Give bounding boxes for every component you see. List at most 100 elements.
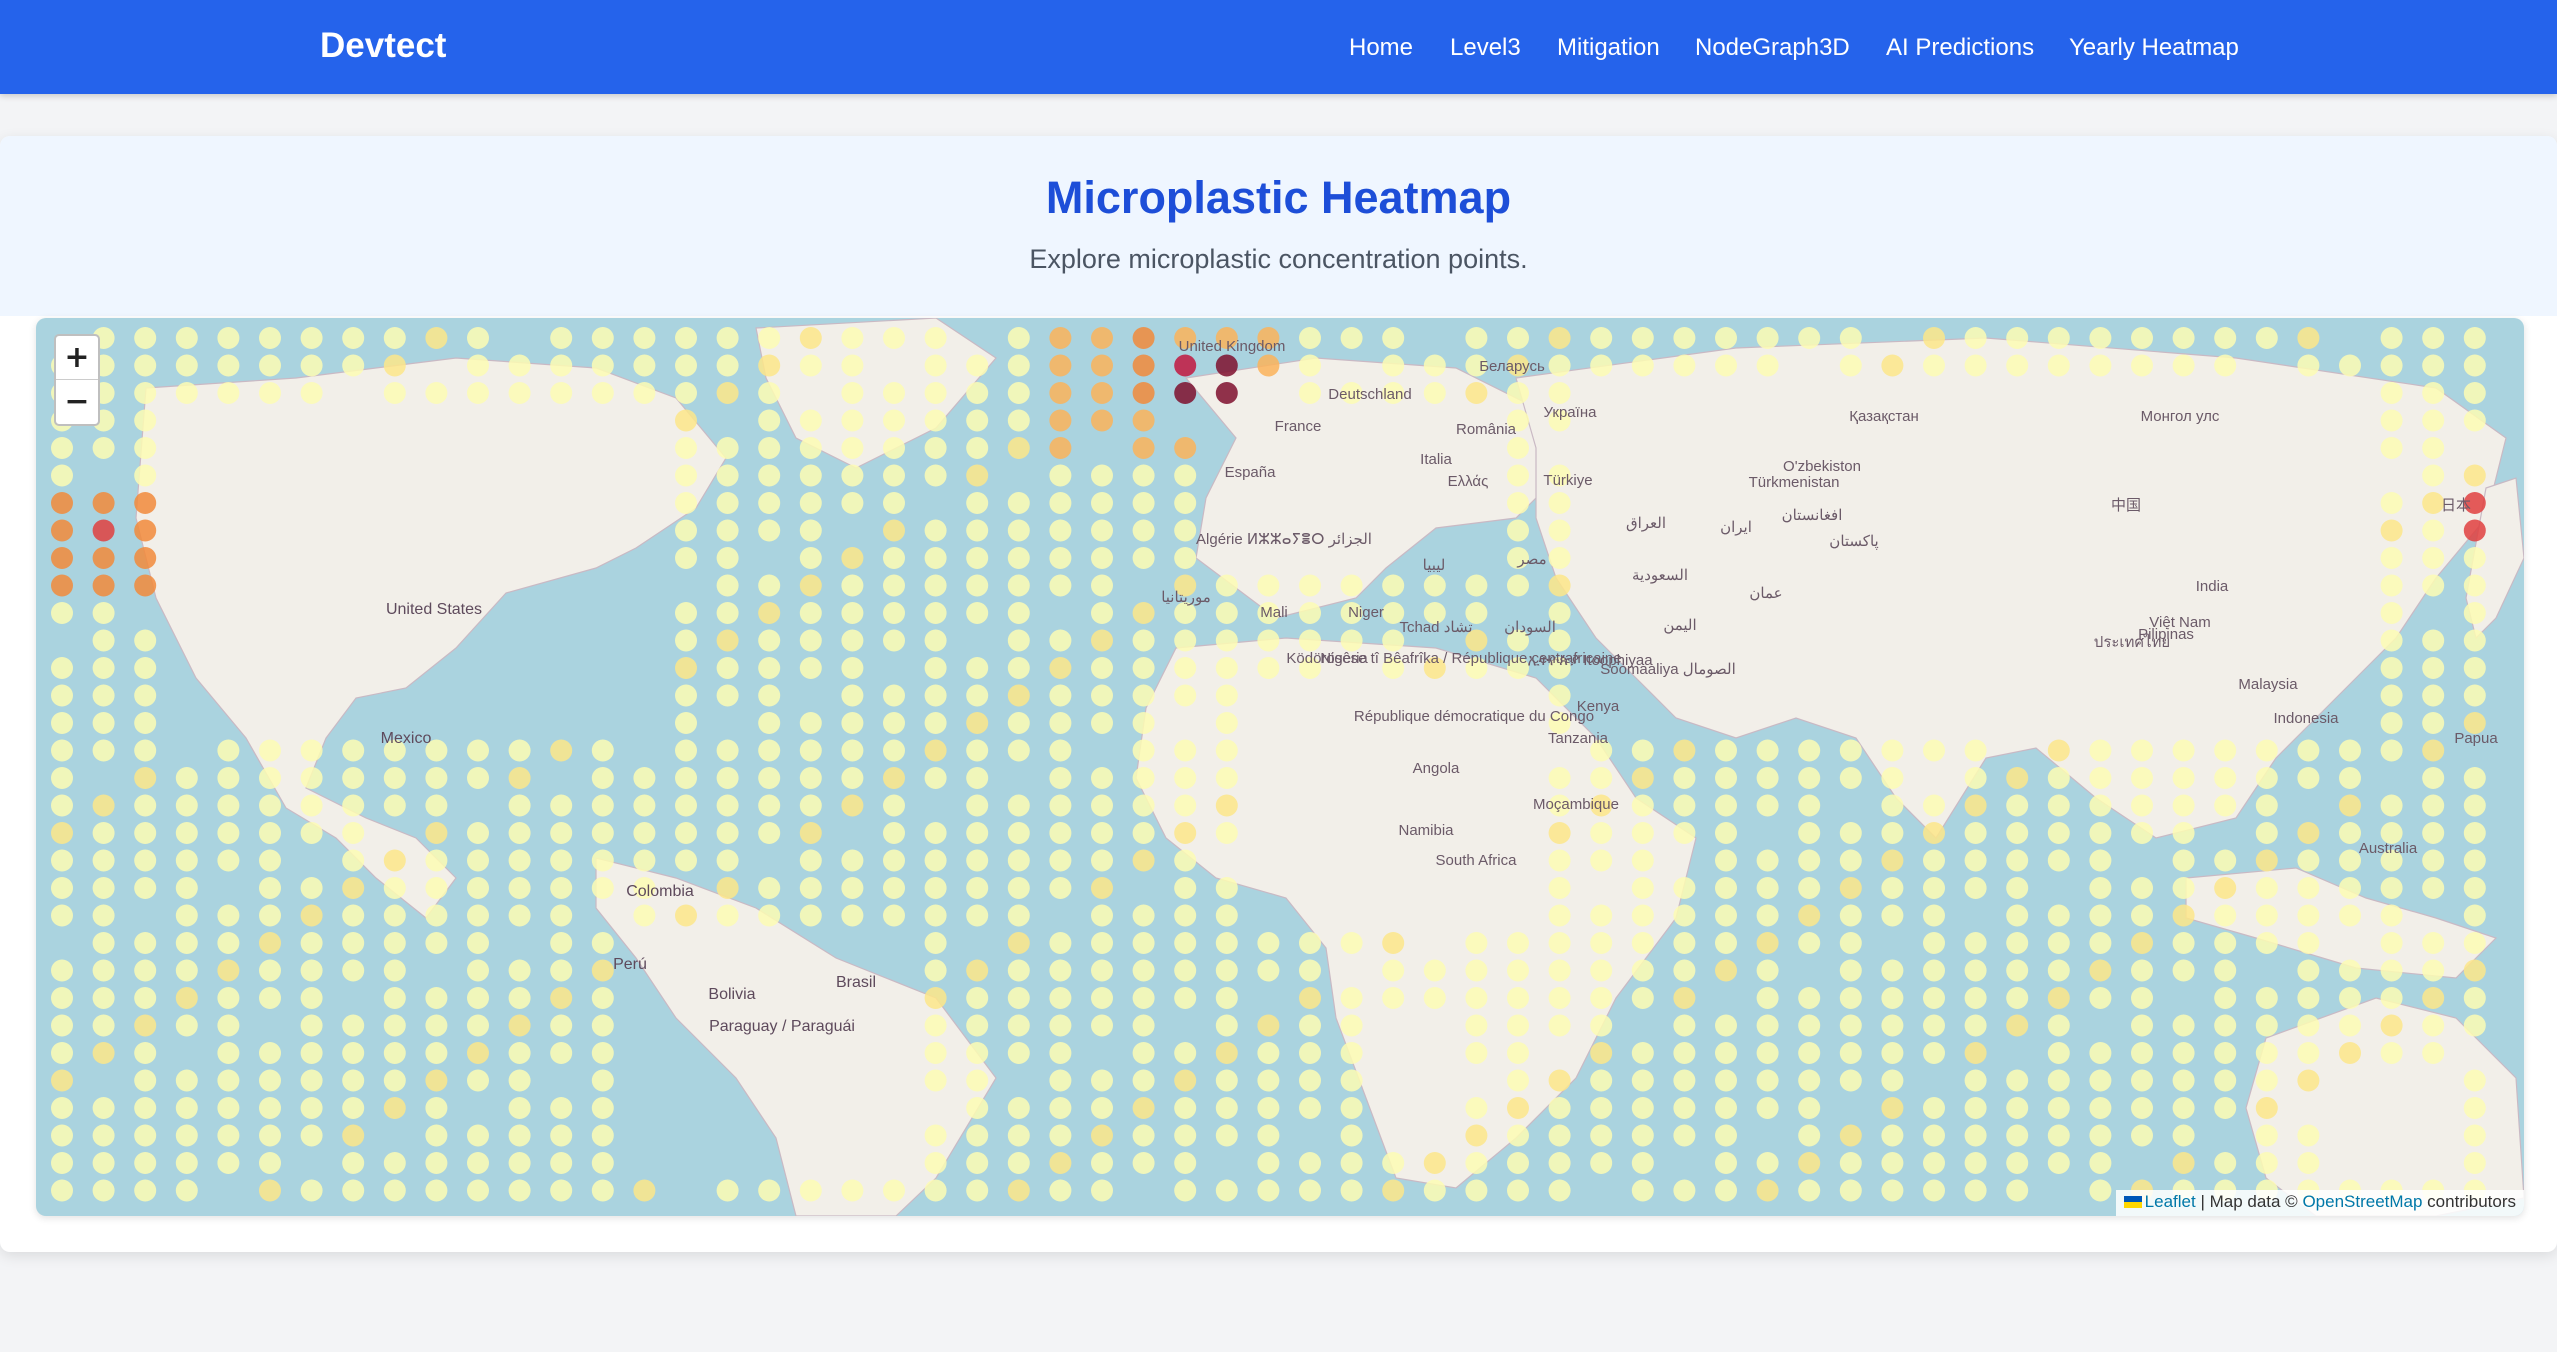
heat-point[interactable] <box>1715 354 1737 377</box>
heat-point[interactable] <box>966 1124 989 1147</box>
heat-point[interactable] <box>1340 1042 1363 1064</box>
heat-point[interactable] <box>2006 877 2029 899</box>
heat-point[interactable] <box>508 849 531 872</box>
heat-point[interactable] <box>2463 987 2486 1009</box>
heat-point[interactable] <box>1174 1069 1197 1092</box>
heat-point[interactable] <box>2047 1014 2070 1037</box>
heat-point[interactable] <box>1881 794 1904 817</box>
heat-point[interactable] <box>1631 1042 1654 1064</box>
heat-point[interactable] <box>1091 409 1113 432</box>
heat-point[interactable] <box>300 739 323 762</box>
heat-point[interactable] <box>841 354 864 377</box>
heat-point[interactable] <box>1049 1124 1072 1147</box>
heat-point[interactable] <box>1049 574 1072 597</box>
heat-point[interactable] <box>1507 464 1529 487</box>
heat-point[interactable] <box>550 849 573 872</box>
heat-point[interactable] <box>2422 409 2445 432</box>
heat-point[interactable] <box>1215 629 1238 652</box>
heat-point[interactable] <box>1548 354 1571 377</box>
heat-point[interactable] <box>2255 1069 2278 1092</box>
heat-point[interactable] <box>259 987 281 1009</box>
heat-point[interactable] <box>2172 794 2195 817</box>
heat-point[interactable] <box>799 574 822 597</box>
heat-point[interactable] <box>2255 877 2278 899</box>
heat-point[interactable] <box>2380 877 2403 899</box>
heat-point[interactable] <box>2297 739 2320 762</box>
heat-point[interactable] <box>1091 684 1113 707</box>
heat-point[interactable] <box>1839 767 1862 789</box>
heat-point[interactable] <box>1923 1097 1945 1119</box>
heat-point[interactable] <box>1132 1152 1155 1174</box>
heat-point[interactable] <box>259 794 281 817</box>
heat-point[interactable] <box>2380 327 2403 349</box>
heat-point[interactable] <box>1673 1179 1696 1202</box>
heat-point[interactable] <box>716 602 739 624</box>
heat-point[interactable] <box>2422 684 2445 707</box>
heat-point[interactable] <box>1465 1124 1488 1147</box>
heat-point[interactable] <box>799 794 822 817</box>
heat-point[interactable] <box>1548 877 1571 899</box>
heat-point[interactable] <box>2422 987 2445 1009</box>
heat-point[interactable] <box>1132 932 1155 954</box>
heat-point[interactable] <box>841 849 864 872</box>
heat-point[interactable] <box>1465 1179 1488 1202</box>
heat-point[interactable] <box>1923 1152 1945 1174</box>
heat-point[interactable] <box>259 904 281 927</box>
heat-point[interactable] <box>1590 822 1613 844</box>
heat-point[interactable] <box>675 794 697 817</box>
heat-point[interactable] <box>217 1097 240 1119</box>
heat-point[interactable] <box>1132 1014 1155 1037</box>
heat-point[interactable] <box>217 1124 240 1147</box>
heat-point[interactable] <box>1548 547 1571 569</box>
heat-point[interactable] <box>92 547 115 569</box>
heat-point[interactable] <box>1007 1097 1030 1119</box>
heat-point[interactable] <box>2047 822 2070 844</box>
heat-point[interactable] <box>1215 354 1238 377</box>
openstreetmap-link[interactable]: OpenStreetMap <box>2302 1192 2422 1211</box>
heat-point[interactable] <box>1964 1097 1987 1119</box>
heat-point[interactable] <box>1132 904 1155 927</box>
heat-point[interactable] <box>1049 932 1072 954</box>
heat-point[interactable] <box>1923 877 1945 899</box>
heat-point[interactable] <box>2463 1152 2486 1174</box>
heat-point[interactable] <box>591 1152 614 1174</box>
heat-point[interactable] <box>1798 1069 1821 1092</box>
heat-point[interactable] <box>716 739 739 762</box>
heat-point[interactable] <box>1049 382 1072 404</box>
heat-point[interactable] <box>1590 327 1613 349</box>
heat-point[interactable] <box>2172 767 2195 789</box>
heat-point[interactable] <box>2422 712 2445 734</box>
heat-point[interactable] <box>1756 1179 1779 1202</box>
heat-point[interactable] <box>1798 904 1821 927</box>
heat-point[interactable] <box>633 327 656 349</box>
nav-link-nodegraph3d[interactable]: NodeGraph3D <box>1695 34 1850 62</box>
heat-point[interactable] <box>966 767 989 789</box>
heat-point[interactable] <box>966 1069 989 1092</box>
heat-point[interactable] <box>383 1152 406 1174</box>
heat-point[interactable] <box>2297 904 2320 927</box>
heat-point[interactable] <box>550 904 573 927</box>
heat-point[interactable] <box>924 519 947 542</box>
heat-point[interactable] <box>1507 437 1529 459</box>
heat-point[interactable] <box>300 932 323 954</box>
heat-point[interactable] <box>1590 904 1613 927</box>
heat-point[interactable] <box>1174 767 1197 789</box>
heat-point[interactable] <box>758 382 781 404</box>
heat-point[interactable] <box>217 1069 240 1092</box>
heat-point[interactable] <box>1673 739 1696 762</box>
heat-point[interactable] <box>1132 492 1155 514</box>
heat-point[interactable] <box>2380 629 2403 652</box>
heat-point[interactable] <box>2380 547 2403 569</box>
heat-point[interactable] <box>217 767 240 789</box>
heat-point[interactable] <box>217 959 240 982</box>
heat-point[interactable] <box>2463 794 2486 817</box>
heat-point[interactable] <box>1756 1097 1779 1119</box>
heat-point[interactable] <box>259 767 281 789</box>
heat-point[interactable] <box>2297 1042 2320 1064</box>
heat-point[interactable] <box>1382 932 1405 954</box>
heat-point[interactable] <box>966 547 989 569</box>
heat-point[interactable] <box>550 1042 573 1064</box>
heat-point[interactable] <box>1673 354 1696 377</box>
heat-point[interactable] <box>799 822 822 844</box>
heat-point[interactable] <box>134 1014 157 1037</box>
